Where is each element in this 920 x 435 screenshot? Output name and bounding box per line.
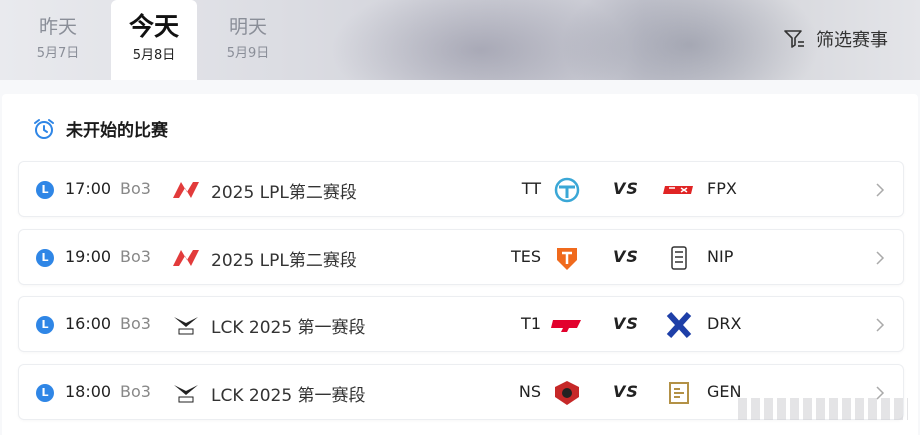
match-format: Bo3 — [120, 314, 151, 333]
tes-logo-icon — [557, 248, 577, 270]
section-title: 未开始的比赛 — [66, 121, 168, 141]
tab-yesterday[interactable]: 昨天 5月7日 — [15, 0, 101, 80]
filter-events-button[interactable]: 筛选赛事 — [782, 26, 888, 52]
team-a-name: NS — [518, 382, 541, 401]
team-b-name: DRX — [707, 314, 742, 333]
vs-label: VS — [613, 382, 639, 401]
filter-icon — [784, 30, 804, 48]
match-list-card: 未开始的比赛 L 17:00 Bo3 2025 LPL第二赛段 TT VS FP… — [2, 94, 918, 435]
vs-label: VS — [613, 247, 639, 266]
lck-logo-icon — [174, 317, 198, 335]
nip-logo-icon — [671, 246, 687, 270]
fpx-logo-icon — [663, 186, 693, 194]
match-row[interactable]: L 19:00 Bo3 2025 LPL第二赛段 TES VS NIP — [18, 229, 904, 285]
live-badge-icon: L — [36, 249, 54, 267]
chevron-right-icon — [876, 183, 885, 197]
team-a-name: TES — [510, 247, 541, 266]
chevron-right-icon — [876, 251, 885, 265]
vs-label: VS — [613, 314, 639, 333]
watermark-overlay — [738, 398, 908, 420]
team-b-name: FPX — [707, 179, 737, 198]
match-time: 17:00 — [65, 179, 112, 198]
league-name: 2025 LPL第二赛段 — [211, 183, 357, 203]
tab-tomorrow[interactable]: 明天 5月9日 — [205, 0, 291, 80]
vs-label: VS — [613, 179, 639, 198]
tt-logo-icon — [554, 177, 580, 203]
gen-logo-icon — [669, 382, 689, 404]
header-banner: 昨天 5月7日 今天 5月8日 明天 5月9日 筛选赛事 — [0, 0, 920, 80]
t1-logo-icon — [551, 320, 581, 332]
match-time: 16:00 — [65, 314, 112, 333]
team-a-name: T1 — [521, 314, 541, 333]
section-header: 未开始的比赛 — [32, 116, 168, 141]
league-name: 2025 LPL第二赛段 — [211, 251, 357, 271]
tab-yesterday-date: 5月7日 — [36, 46, 80, 61]
match-time: 19:00 — [65, 247, 112, 266]
tab-today[interactable]: 今天 5月8日 — [111, 0, 197, 80]
lpl-logo-icon — [173, 182, 199, 198]
live-badge-icon: L — [36, 181, 54, 199]
match-format: Bo3 — [120, 382, 151, 401]
match-list-panel: 未开始的比赛 L 17:00 Bo3 2025 LPL第二赛段 TT VS FP… — [0, 80, 920, 435]
ns-logo-icon — [555, 381, 579, 405]
filter-label: 筛选赛事 — [816, 30, 888, 51]
tab-yesterday-label: 昨天 — [38, 16, 77, 38]
lpl-logo-icon — [173, 250, 199, 266]
match-row[interactable]: L 16:00 Bo3 LCK 2025 第一赛段 T1 VS DRX — [18, 296, 904, 352]
tab-tomorrow-date: 5月9日 — [226, 46, 270, 61]
team-b-name: GEN — [707, 382, 742, 401]
drx-logo-icon — [666, 311, 692, 339]
banner-background-art-2 — [560, 0, 820, 80]
league-name: LCK 2025 第一赛段 — [211, 318, 366, 338]
team-b-name: NIP — [707, 247, 734, 266]
alarm-clock-icon — [34, 118, 54, 139]
live-badge-icon: L — [36, 384, 54, 402]
tab-today-date: 5月8日 — [132, 48, 176, 63]
match-time: 18:00 — [65, 382, 112, 401]
match-format: Bo3 — [120, 179, 151, 198]
match-format: Bo3 — [120, 247, 151, 266]
match-row[interactable]: L 17:00 Bo3 2025 LPL第二赛段 TT VS FPX — [18, 161, 904, 217]
tab-today-label: 今天 — [128, 12, 179, 41]
team-a-name: TT — [521, 179, 541, 198]
tab-tomorrow-label: 明天 — [228, 16, 267, 38]
live-badge-icon: L — [36, 316, 54, 334]
chevron-right-icon — [876, 318, 885, 332]
lck-logo-icon — [174, 385, 198, 403]
league-name: LCK 2025 第一赛段 — [211, 386, 366, 406]
